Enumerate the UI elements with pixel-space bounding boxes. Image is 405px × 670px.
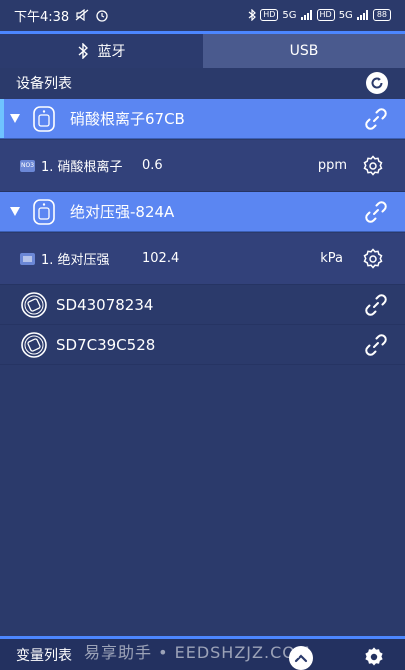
link-icon[interactable] [363, 292, 389, 318]
device-row-pressure[interactable]: 绝对压强-824A [0, 192, 405, 232]
link-icon[interactable] [363, 332, 389, 358]
bluetooth-icon [78, 43, 88, 59]
device-name: SD43078234 [56, 295, 154, 314]
disconnected-device-icon [20, 291, 48, 319]
sensor-settings-icon[interactable] [361, 247, 385, 271]
watermark: 易享助手 • EEDSHZJZ.COM [84, 643, 311, 662]
refresh-icon[interactable] [365, 71, 389, 95]
sensor-device-icon [32, 105, 56, 133]
variable-list-title: 变量列表 [16, 647, 72, 664]
sensor-row-nitrate[interactable]: NO3 1. 硝酸根离子 0.6 ppm [0, 140, 405, 192]
sensor-value: 102.4 [142, 251, 180, 266]
sensor-label: 1. 绝对压强 [41, 253, 110, 268]
sensor-badge: NO3 [20, 159, 35, 172]
sensor-badge-icon [20, 252, 35, 265]
selection-accent [0, 99, 4, 138]
device-row-nitrate[interactable]: 硝酸根离子67CB [0, 99, 405, 139]
sensor-unit: kPa [320, 251, 343, 266]
tab-usb[interactable]: USB [203, 31, 405, 68]
alarm-icon [95, 8, 109, 22]
hd-badge-2: HD [316, 9, 335, 21]
network-type: 5G [282, 9, 297, 21]
device-list-header: 设备列表 [0, 68, 405, 98]
link-icon[interactable] [363, 106, 389, 132]
tab-usb-label: USB [289, 43, 319, 59]
bluetooth-status-icon [248, 9, 257, 21]
sensor-device-icon [32, 198, 56, 226]
disconnected-device-icon [20, 331, 48, 359]
sensor-unit: ppm [317, 158, 347, 173]
collapse-arrow-icon[interactable] [10, 207, 20, 216]
signal-icon [300, 10, 313, 20]
connection-tabs: 蓝牙 USB [0, 31, 405, 68]
sensor-label: 1. 硝酸根离子 [41, 160, 123, 175]
mute-icon [75, 9, 89, 21]
network-type-2: 5G [338, 9, 353, 21]
tab-bluetooth-label: 蓝牙 [97, 44, 126, 60]
device-name: 绝对压强-824A [70, 203, 175, 221]
sensor-value: 0.6 [142, 158, 163, 173]
status-time: 下午4:38 [14, 9, 70, 25]
sensor-row-pressure[interactable]: 1. 绝对压强 102.4 kPa [0, 233, 405, 285]
device-name: 硝酸根离子67CB [70, 110, 185, 128]
device-row-sd7c39c528[interactable]: SD7C39C528 [0, 325, 405, 365]
collapse-arrow-icon[interactable] [10, 114, 20, 123]
settings-gear-icon[interactable] [363, 646, 385, 668]
battery-icon: 88 [372, 9, 391, 21]
device-row-sd43078234[interactable]: SD43078234 [0, 285, 405, 325]
status-bar: 下午4:38 HD 5G HD 5G 88 [0, 0, 405, 30]
sensor-settings-icon[interactable] [361, 154, 385, 178]
link-icon[interactable] [363, 199, 389, 225]
device-list-title: 设备列表 [16, 76, 72, 92]
hd-badge: HD [260, 9, 279, 21]
tab-bluetooth[interactable]: 蓝牙 [0, 31, 203, 68]
device-name: SD7C39C528 [56, 335, 156, 354]
signal-icon-2 [356, 10, 369, 20]
